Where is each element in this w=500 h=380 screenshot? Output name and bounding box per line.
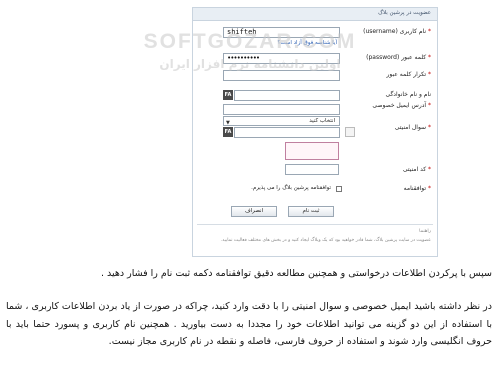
required-marker: * — [426, 102, 431, 109]
footer-divider — [197, 224, 433, 225]
captcha-input[interactable] — [285, 164, 339, 175]
security-question-value: انتخاب کنید — [309, 118, 335, 124]
agreement-label: * توافقنامه — [404, 185, 431, 192]
security-question-label-text: سوال امنیتی — [394, 124, 427, 131]
security-question-label: * سوال امنیتی — [395, 124, 431, 131]
agreement-label-text: توافقنامه — [403, 185, 427, 192]
fullname-lang-badge[interactable]: FA — [223, 90, 233, 100]
captcha-image — [285, 142, 339, 160]
required-marker: * — [426, 185, 431, 192]
email-label-text: آدرس ایمیل خصوصی — [372, 102, 427, 109]
watermark-logo: SOFTGOZAR.COM — [143, 30, 357, 53]
email-label: * آدرس ایمیل خصوصی — [372, 102, 431, 109]
form-title: عضویت در پرشین بلاگ — [378, 10, 431, 16]
required-marker: * — [426, 124, 431, 131]
email-input[interactable] — [223, 104, 340, 115]
agreement-link[interactable]: توافقنامه پرشین بلاگ را می پذیرم. — [251, 185, 331, 191]
cancel-button[interactable]: انصراف — [231, 206, 277, 217]
article-paragraph-1: سپس با پرکردن اطلاعات درخواستی و همچنین … — [100, 268, 492, 279]
watermark-tagline: اولین دانشنامه نرم افزار ایران — [159, 57, 341, 71]
fullname-label: نام و نام خانوادگی — [385, 91, 431, 98]
security-answer-lang-badge[interactable]: FA — [223, 127, 233, 137]
captcha-label-text: کد امنیتی — [402, 166, 427, 173]
fullname-input[interactable] — [234, 90, 340, 101]
required-marker: * — [426, 166, 431, 173]
chevron-down-icon: ▼ — [226, 120, 230, 126]
agreement-checkbox[interactable] — [336, 186, 342, 192]
repeat-password-label-text: تکرار کلمه عبور — [386, 71, 427, 78]
captcha-label: * کد امنیتی — [403, 166, 431, 173]
article-paragraph-2: در نظر داشته باشید ایمیل خصوصی و سوال ام… — [6, 301, 492, 347]
form-header: عضویت در پرشین بلاگ — [193, 8, 437, 21]
security-question-select[interactable]: انتخاب کنید ▼ — [223, 116, 340, 126]
agreement-text: توافقنامه پرشین بلاگ را می پذیرم. — [251, 185, 331, 191]
security-answer-input[interactable] — [234, 127, 340, 138]
repeat-password-input[interactable] — [223, 70, 340, 81]
keyboard-icon[interactable] — [345, 127, 355, 137]
submit-button[interactable]: ثبت نام — [288, 206, 334, 217]
footer-note: عضویت در سایت پرشین بلاگ، شما قادر خواهی… — [220, 238, 431, 243]
repeat-password-label: * تکرار کلمه عبور — [386, 71, 431, 78]
footer-heading: راهنما — [419, 229, 431, 234]
required-marker: * — [426, 71, 431, 78]
